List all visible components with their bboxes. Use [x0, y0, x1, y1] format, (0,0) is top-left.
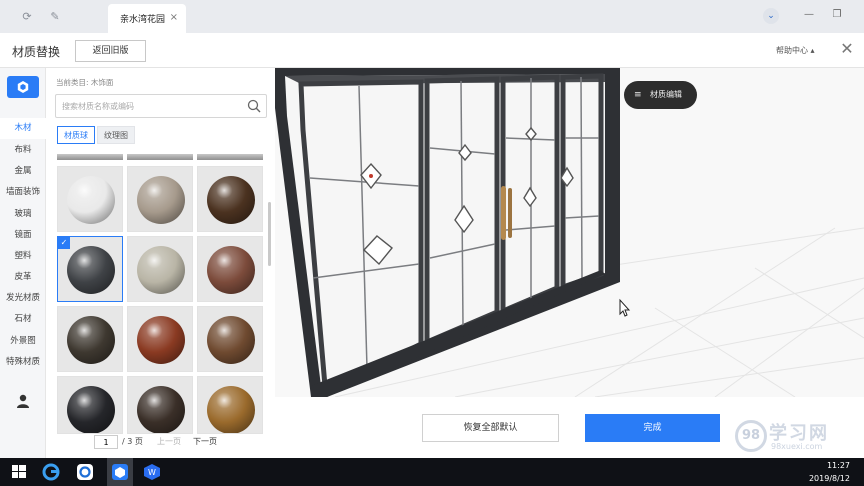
material-tile[interactable] — [57, 376, 123, 434]
material-ball — [207, 246, 255, 294]
watermark-url: 98xuexi.com — [771, 442, 823, 451]
material-tile-partial[interactable] — [197, 154, 263, 160]
current-category: 当前类目: 木饰面 — [56, 78, 114, 87]
material-tile-partial[interactable] — [57, 154, 123, 160]
list-icon: ≡ — [634, 90, 642, 100]
restore-icon[interactable]: ❐ — [831, 9, 843, 23]
search-icon[interactable] — [247, 99, 261, 113]
next-page-link[interactable]: 下一页 — [193, 436, 217, 447]
tab-texture-map[interactable]: 纹理图 — [97, 126, 135, 144]
material-ball — [207, 316, 255, 364]
material-tile[interactable] — [127, 166, 193, 232]
material-tile[interactable] — [127, 306, 193, 372]
material-tile[interactable] — [127, 376, 193, 434]
material-tile[interactable] — [197, 236, 263, 302]
wps-app-icon[interactable]: W — [141, 462, 163, 482]
3d-viewport[interactable]: ≡ 材质编辑 — [275, 68, 864, 397]
material-tile[interactable] — [197, 306, 263, 372]
tabs-dropdown-icon[interactable]: ⌄ — [763, 8, 779, 24]
tab-material-ball[interactable]: 材质球 — [57, 126, 95, 144]
tab-close-icon[interactable]: × — [170, 12, 178, 23]
category-item[interactable]: 外景图 — [0, 331, 46, 352]
watermark-circle: 98 — [735, 420, 767, 452]
material-tile[interactable] — [57, 166, 123, 232]
page-number-input[interactable] — [94, 435, 118, 449]
category-item[interactable]: 玻璃 — [0, 204, 46, 225]
category-item[interactable]: 木材 — [0, 118, 46, 139]
done-button[interactable]: 完成 — [585, 414, 720, 442]
clock-date: 2019/8/12 — [808, 474, 850, 483]
search-input[interactable] — [62, 99, 242, 114]
app-logo-icon[interactable] — [7, 76, 39, 98]
clock-time: 11:27 — [826, 461, 850, 470]
user-icon[interactable] — [16, 394, 30, 408]
material-edit-label: 材质编辑 — [650, 90, 682, 99]
material-ball — [137, 176, 185, 224]
category-item[interactable]: 发光材质 — [0, 288, 46, 309]
material-ball — [207, 176, 255, 224]
reset-all-defaults-button[interactable]: 恢复全部默认 — [422, 414, 559, 442]
category-item[interactable]: 墙面装饰 — [0, 182, 46, 203]
selected-check-icon: ✓ — [58, 237, 70, 249]
category-item[interactable]: 金属 — [0, 161, 46, 182]
watermark-logo: 98 学习网 98xuexi.com — [733, 419, 861, 455]
page-title: 材质替换 — [12, 45, 61, 59]
window-tab-bar: ⟳ ✎ 亲水湾花园 × ⌄ — ❐ — [0, 0, 864, 33]
material-tile-partial[interactable] — [127, 154, 193, 160]
material-ball — [137, 386, 185, 433]
category-item[interactable]: 皮革 — [0, 267, 46, 288]
svg-text:W: W — [148, 468, 156, 477]
tab-project[interactable]: 亲水湾花园 × — [108, 4, 186, 33]
category-item[interactable]: 塑料 — [0, 246, 46, 267]
prev-page-link[interactable]: 上一页 — [157, 436, 181, 447]
material-ball — [137, 246, 185, 294]
material-edit-button[interactable]: ≡ 材质编辑 — [624, 81, 697, 109]
app-q-icon[interactable] — [74, 462, 96, 482]
material-ball — [67, 316, 115, 364]
pin-icon[interactable]: ✎ — [48, 10, 62, 24]
material-ball — [67, 246, 115, 294]
back-to-old-version-button[interactable]: 返回旧版 — [75, 40, 146, 62]
minimize-icon[interactable]: — — [803, 9, 815, 23]
action-bar: 恢复全部默认 完成 98 学习网 98xuexi.com — [275, 397, 864, 458]
category-rail: 木材 布料 金属 墙面装饰 玻璃 镜面 塑料 皮革 发光材质 石材 外景图 特殊材质 — [0, 68, 46, 458]
scrollbar[interactable] — [268, 202, 271, 266]
material-panel: 当前类目: 木饰面 材质球 纹理图 ✓ / 3 页 上一页 下一页 — [47, 68, 274, 458]
category-item[interactable]: 镜面 — [0, 225, 46, 246]
material-tile[interactable] — [127, 236, 193, 302]
material-ball — [207, 386, 255, 433]
edge-browser-icon[interactable] — [40, 462, 62, 482]
material-ball — [137, 316, 185, 364]
material-tile[interactable] — [197, 166, 263, 232]
material-tile[interactable] — [197, 376, 263, 434]
material-tile[interactable] — [57, 306, 123, 372]
os-taskbar: W 11:27 2019/8/12 — [0, 458, 864, 486]
search-box — [55, 94, 267, 118]
category-item[interactable]: 石材 — [0, 309, 46, 330]
close-icon[interactable]: ✕ — [838, 40, 856, 58]
category-item[interactable]: 布料 — [0, 140, 46, 161]
door-model-render — [275, 68, 864, 397]
help-center-link[interactable]: 帮助中心 ▴ — [776, 45, 815, 56]
category-item[interactable]: 特殊材质 — [0, 352, 46, 373]
material-tile[interactable]: ✓ — [57, 236, 123, 302]
page-header: 材质替换 返回旧版 帮助中心 ▴ ✕ — [0, 33, 864, 68]
material-ball — [67, 386, 115, 433]
refresh-icon[interactable]: ⟳ — [20, 10, 34, 24]
tab-project-label: 亲水湾花园 — [120, 15, 166, 25]
material-ball — [67, 176, 115, 224]
pagination: / 3 页 上一页 下一页 — [47, 433, 274, 451]
kujiale-app-icon[interactable] — [109, 462, 131, 482]
page-total: / 3 页 — [122, 437, 143, 446]
windows-start-icon[interactable] — [8, 462, 30, 482]
